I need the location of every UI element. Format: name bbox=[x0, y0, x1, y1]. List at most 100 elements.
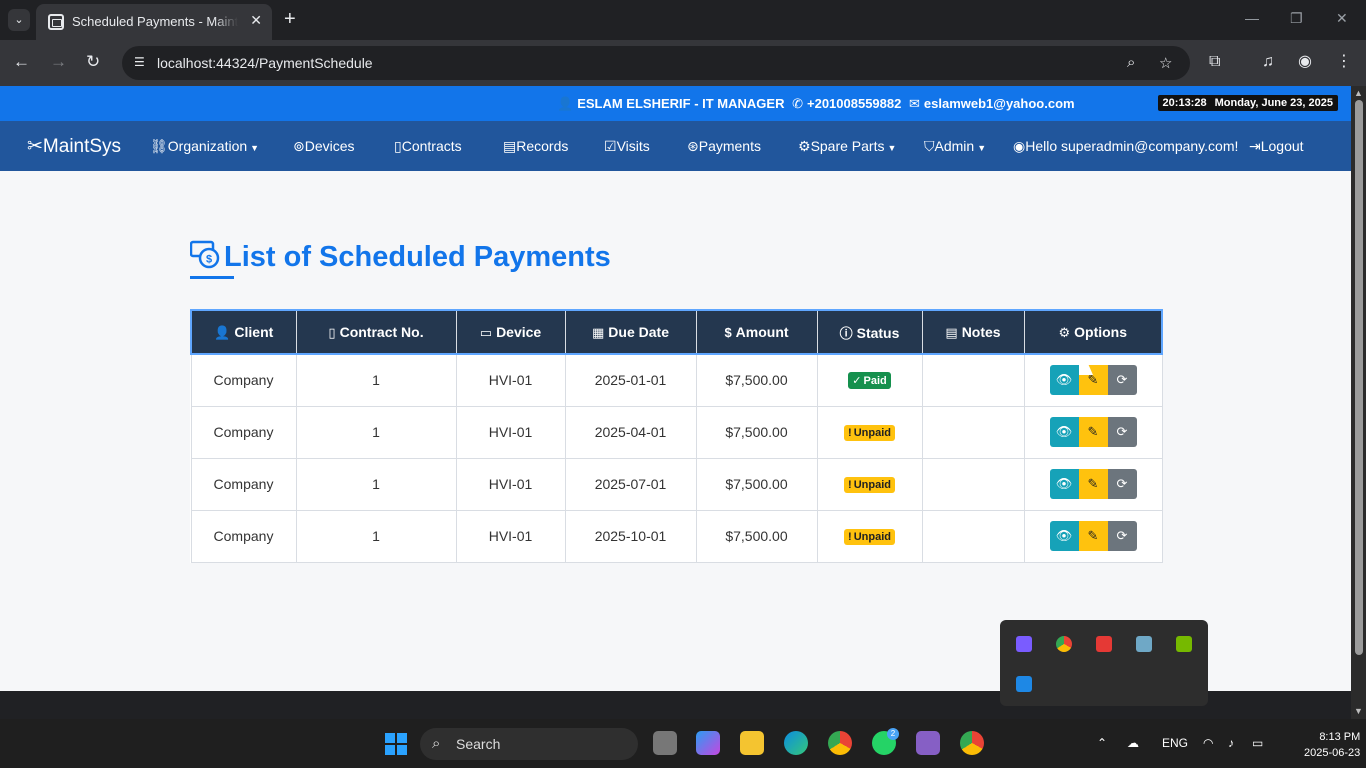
cell-options: 👁 ✎ ⟳ bbox=[1023, 353, 1163, 407]
contact-email: eslamweb1@yahoo.com bbox=[923, 96, 1075, 111]
view-button[interactable]: 👁 bbox=[1049, 469, 1079, 499]
cell-client: Company bbox=[190, 509, 297, 563]
onedrive-icon[interactable]: ☁ bbox=[1127, 736, 1139, 750]
site-info-icon[interactable]: ☰ bbox=[134, 55, 148, 69]
window-close-icon[interactable]: ✕ bbox=[1336, 10, 1348, 27]
brand-logo[interactable]: ✂MaintSys bbox=[27, 135, 121, 158]
windows-start-icon[interactable] bbox=[385, 733, 407, 755]
view-button[interactable]: 👁 bbox=[1049, 521, 1079, 551]
profile-icon[interactable]: ◉ bbox=[1298, 53, 1312, 71]
toggle-status-button[interactable]: ⟳ bbox=[1107, 365, 1137, 396]
battery-icon[interactable]: ▭ bbox=[1252, 736, 1263, 750]
logout-icon: ⇥ bbox=[1249, 138, 1261, 154]
nav-visits[interactable]: ☑Visits bbox=[604, 138, 650, 155]
edge-icon[interactable] bbox=[784, 731, 808, 755]
nav-records[interactable]: ▤Records bbox=[503, 138, 568, 155]
scroll-thumb[interactable] bbox=[1355, 100, 1363, 655]
tray-chevron-icon[interactable]: ⌃ bbox=[1097, 736, 1107, 750]
copilot-icon[interactable] bbox=[696, 731, 720, 755]
warning-circle-icon: ! bbox=[848, 427, 852, 439]
media-controls-icon[interactable]: ♫ bbox=[1262, 53, 1274, 71]
url-text[interactable]: localhost:44324/PaymentSchedule bbox=[157, 55, 373, 71]
forward-icon[interactable]: → bbox=[50, 52, 67, 72]
volume-icon[interactable]: ♪ bbox=[1228, 736, 1234, 750]
anydesk-tray-icon[interactable] bbox=[1096, 636, 1112, 652]
tab-close-icon[interactable]: ✕ bbox=[250, 12, 262, 29]
cell-client: Company bbox=[190, 405, 297, 459]
cell-notes bbox=[921, 457, 1025, 511]
table-row: Company 1 HVI-01 2025-01-01 $7,500.00 ✓ P… bbox=[190, 353, 1163, 407]
warning-circle-icon: ! bbox=[848, 479, 852, 491]
bookmark-star-icon[interactable]: ☆ bbox=[1159, 54, 1172, 72]
taskbar-clock[interactable]: 8:13 PM 2025-06-23 bbox=[1304, 729, 1360, 761]
status-badge: ✓ Paid bbox=[848, 372, 891, 390]
cell-due-date: 2025-01-01 bbox=[564, 353, 697, 407]
chrome-icon[interactable] bbox=[828, 731, 852, 755]
money-icon: $ bbox=[190, 240, 220, 269]
edit-button[interactable]: ✎ bbox=[1078, 521, 1108, 551]
nav-spare-parts[interactable]: ⚙Spare Parts ▼ bbox=[798, 138, 896, 155]
gear-icon: ⚙ bbox=[798, 138, 811, 154]
cell-device: HVI-01 bbox=[455, 353, 566, 407]
copilot-tray-icon[interactable] bbox=[1016, 636, 1032, 652]
new-tab-button[interactable]: + bbox=[284, 8, 296, 30]
view-button[interactable]: 👁 bbox=[1049, 365, 1079, 396]
cell-device: HVI-01 bbox=[455, 405, 566, 459]
nav-contracts[interactable]: ▯Contracts bbox=[394, 138, 462, 155]
tab-title: Scheduled Payments - MaintManager bbox=[72, 14, 238, 29]
security-tray-icon[interactable] bbox=[1016, 676, 1032, 692]
col-options-label: Options bbox=[1074, 323, 1128, 340]
taskbar-time: 8:13 PM bbox=[1319, 731, 1361, 743]
clock-date: Monday, June 23, 2025 bbox=[1214, 97, 1333, 109]
cell-notes bbox=[921, 405, 1025, 459]
cell-options: 👁 ✎ ⟳ bbox=[1023, 405, 1163, 459]
browser-tab[interactable]: Scheduled Payments - MaintManager ✕ bbox=[36, 4, 272, 40]
minimize-icon[interactable]: — bbox=[1245, 10, 1259, 26]
nav-payments[interactable]: ⊛Payments bbox=[687, 138, 761, 155]
view-button[interactable]: 👁 bbox=[1049, 417, 1079, 447]
nav-admin[interactable]: ⛉Admin ▼ bbox=[924, 138, 986, 155]
scroll-up-icon[interactable]: ▲ bbox=[1354, 88, 1363, 98]
caret-down-icon: ▼ bbox=[250, 143, 260, 153]
nav-organization[interactable]: ⛓Organization ▼ bbox=[150, 138, 259, 155]
extensions-icon[interactable]: ⧉ bbox=[1209, 53, 1220, 71]
page-scrollbar[interactable]: ▲ ▼ bbox=[1351, 86, 1366, 719]
tab-search-button[interactable]: ⌄ bbox=[8, 9, 30, 31]
chrome-profile-icon[interactable] bbox=[960, 731, 984, 755]
reload-icon[interactable]: ↻ bbox=[86, 52, 100, 72]
search-label: Search bbox=[456, 736, 501, 752]
taskbar-search[interactable]: ⌕ Search bbox=[420, 728, 638, 760]
cell-notes bbox=[921, 353, 1025, 407]
edit-button[interactable]: ✎ bbox=[1078, 469, 1108, 499]
cell-status: ✓ Paid bbox=[816, 353, 923, 407]
nav-logout[interactable]: ⇥Logout bbox=[1249, 138, 1304, 155]
visual-studio-icon[interactable] bbox=[916, 731, 940, 755]
nav-devices[interactable]: ⊚Devices bbox=[293, 138, 355, 155]
restore-icon[interactable]: ❐ bbox=[1290, 10, 1303, 27]
toggle-status-button[interactable]: ⟳ bbox=[1107, 469, 1137, 499]
language-indicator[interactable]: ENG bbox=[1162, 736, 1188, 750]
chrome-tray-icon[interactable] bbox=[1056, 636, 1072, 652]
nvidia-tray-icon[interactable] bbox=[1176, 636, 1192, 652]
edit-button[interactable]: ✎ bbox=[1078, 417, 1108, 447]
nav-user-greeting[interactable]: ◉Hello superadmin@company.com! bbox=[1013, 138, 1238, 155]
clock-time: 20:13:28 bbox=[1162, 97, 1207, 109]
toggle-status-button[interactable]: ⟳ bbox=[1107, 521, 1137, 551]
warning-circle-icon: ! bbox=[848, 531, 852, 543]
status-label: Unpaid bbox=[853, 427, 891, 439]
toggle-status-button[interactable]: ⟳ bbox=[1107, 417, 1137, 447]
sitemap-icon: ⛓ bbox=[150, 138, 168, 154]
col-due-date-label: Due Date bbox=[608, 323, 669, 340]
cell-amount: $7,500.00 bbox=[695, 353, 818, 407]
zoom-icon[interactable]: ⌕ bbox=[1127, 54, 1135, 71]
database-tray-icon[interactable] bbox=[1136, 636, 1152, 652]
wifi-icon[interactable]: ◠ bbox=[1203, 736, 1213, 750]
address-bar[interactable]: ☰ localhost:44324/PaymentSchedule ⌕ ☆ bbox=[122, 46, 1190, 80]
task-view-icon[interactable] bbox=[653, 731, 677, 755]
file-explorer-icon[interactable] bbox=[740, 731, 764, 755]
cell-device: HVI-01 bbox=[455, 509, 566, 563]
cell-contract: 1 bbox=[295, 405, 457, 459]
scroll-down-icon[interactable]: ▼ bbox=[1354, 706, 1363, 716]
menu-icon[interactable]: ⋮ bbox=[1336, 53, 1352, 71]
back-icon[interactable]: ← bbox=[13, 52, 30, 72]
